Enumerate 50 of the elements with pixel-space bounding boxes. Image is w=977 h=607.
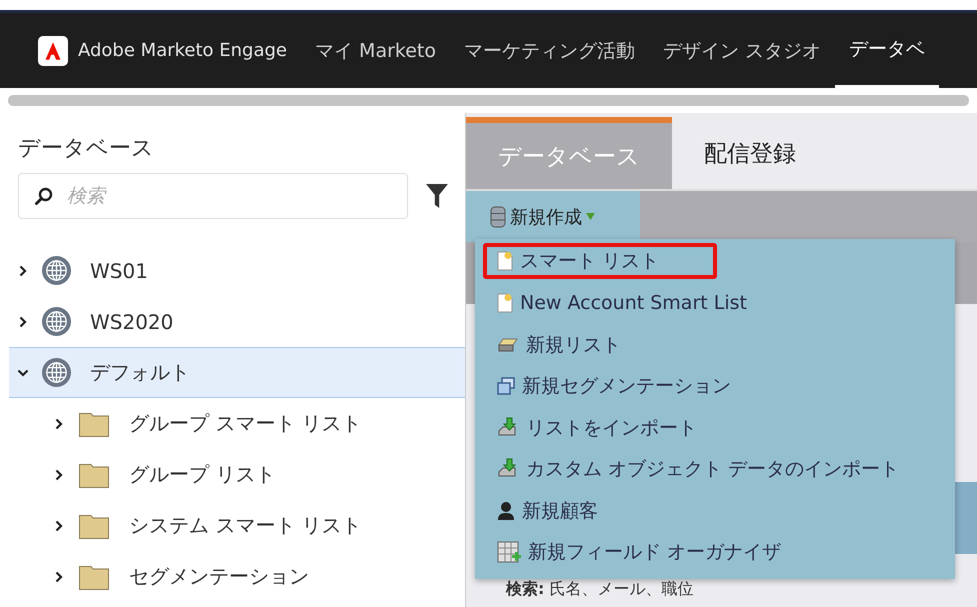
menu-item[interactable]: 新規セグメンテーション [475, 366, 955, 407]
document-icon [497, 293, 513, 314]
tree-item[interactable]: グループ リスト [9, 449, 465, 500]
menu-item[interactable]: リストをインポート [475, 407, 955, 448]
menu-item[interactable]: 新規リスト [475, 324, 955, 366]
help-text: 検索: 氏名、メール、職位 [506, 579, 694, 600]
chevron-right-icon[interactable] [53, 468, 65, 480]
nav-tab[interactable]: マーケティング活動 [450, 13, 649, 88]
document-icon [497, 251, 513, 271]
dropdown-caret-icon [586, 213, 595, 220]
search-icon [34, 186, 54, 206]
folder-icon [79, 564, 109, 590]
search-field[interactable]: 検索 [18, 173, 408, 219]
person-icon [497, 500, 515, 521]
nav-tab[interactable]: データベ [835, 13, 940, 88]
tree-item[interactable]: WS2020 [9, 296, 465, 347]
adobe-logo-icon [38, 36, 68, 66]
globe-icon [41, 357, 72, 388]
filter-icon[interactable] [426, 184, 448, 208]
brand-name[interactable]: Adobe Marketo Engage [78, 40, 288, 61]
folder-icon [79, 410, 109, 436]
tree-item[interactable]: グループ スマート リスト [9, 398, 465, 449]
panel-title: データベース [17, 135, 155, 161]
windows-icon [497, 377, 515, 396]
scrollbar[interactable] [8, 95, 969, 106]
nav-tab[interactable]: マイ Marketo [301, 13, 450, 88]
menu-item[interactable]: スマート リスト [483, 243, 717, 279]
chevron-right-icon[interactable] [53, 418, 65, 430]
folder-icon [79, 512, 109, 538]
tree-item[interactable]: WS01 [9, 245, 465, 296]
menu-item[interactable]: 新規フィールド オーガナイザ [475, 532, 955, 573]
tree-item[interactable]: セグメンテーション [9, 551, 465, 602]
nav-tab[interactable]: デザイン スタジオ [649, 13, 836, 88]
tray-icon [497, 336, 519, 354]
menu-item[interactable]: カスタム オブジェクト データのインポート [475, 448, 955, 490]
chevron-right-icon[interactable] [53, 570, 65, 582]
globe-icon [41, 255, 72, 286]
menu-item[interactable]: 新規顧客 [475, 490, 955, 532]
chevron-right-icon[interactable] [17, 264, 29, 276]
new-button[interactable]: 新規作成 [466, 191, 640, 242]
folder-icon [79, 462, 109, 488]
tree-item-selected[interactable]: デフォルト [9, 347, 465, 398]
chevron-right-icon[interactable] [53, 520, 65, 532]
menu-item[interactable]: New Account Smart List [475, 282, 955, 324]
tree-item[interactable]: システム スマート リスト [9, 500, 465, 551]
globe-icon [41, 306, 72, 337]
chevron-down-icon[interactable] [17, 366, 29, 378]
database-icon [490, 206, 506, 228]
field-organizer-icon [497, 540, 521, 564]
chevron-right-icon[interactable] [17, 316, 29, 328]
